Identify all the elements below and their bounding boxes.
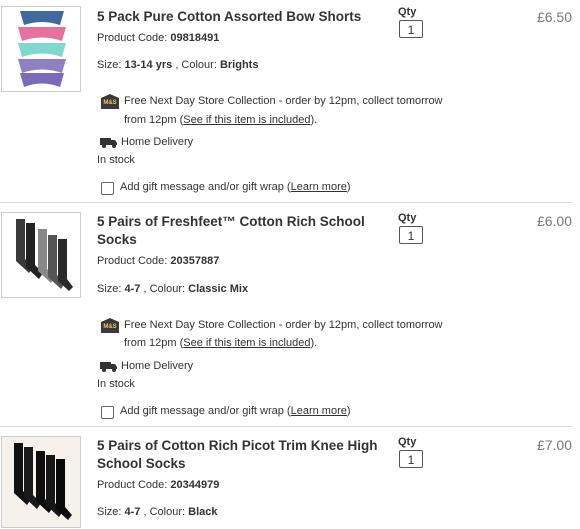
basket-item-3: 5 Pairs of Cotton Rich Picot Trim Knee H… [0,0,580,529]
item-price: £7.00 [536,437,572,453]
size-colour: Size: 4-7 , Colour: Black [97,506,218,518]
product-image-socks-black[interactable] [1,436,81,528]
product-code: Product Code: 20344979 [97,479,220,491]
product-title[interactable]: 5 Pairs of Cotton Rich Picot Trim Knee H… [97,437,392,473]
qty-input[interactable]: 1 [399,450,423,468]
qty-label: Qty [398,436,417,448]
black-socks-image-icon [2,437,80,527]
